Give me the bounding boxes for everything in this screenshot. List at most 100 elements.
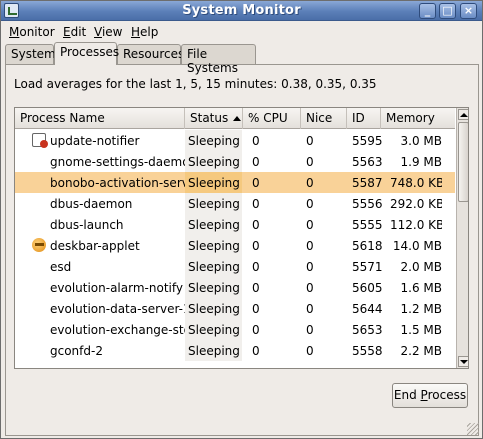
maximize-button[interactable]: □: [439, 3, 456, 19]
menu-edit-rest: dit: [70, 25, 87, 39]
nice-cell: 0: [306, 323, 314, 337]
cpu-cell: 0: [252, 281, 260, 295]
pid-cell: 5644: [352, 302, 383, 316]
memory-cell: 1.6 MB: [400, 281, 442, 295]
nice-cell: 0: [306, 218, 314, 232]
table-row[interactable]: deskbar-applet Sleeping 0 0 5618 14.0 MB: [15, 235, 455, 256]
memory-cell: 3.0 MB: [400, 134, 442, 148]
column-header-cpu[interactable]: % CPU: [243, 108, 301, 129]
cpu-cell: 0: [252, 218, 260, 232]
end-process-button[interactable]: End Process: [392, 383, 468, 408]
menu-monitor-rest: onitor: [19, 25, 55, 39]
status-cell: Sleeping: [185, 319, 242, 340]
process-name-cell: gconfd-2: [50, 344, 103, 358]
nice-cell: 0: [306, 344, 314, 358]
status-cell: Sleeping: [185, 340, 242, 361]
tab-processes[interactable]: Processes: [54, 42, 119, 65]
menu-edit-mnemonic: E: [63, 25, 71, 39]
cpu-cell: 0: [252, 323, 260, 337]
process-name-cell: evolution-exchange-storage: [50, 323, 185, 337]
table-row[interactable]: evolution-alarm-notify Sleeping 0 0 5605 1.6 …: [15, 277, 455, 298]
menu-help[interactable]: Help: [131, 25, 158, 39]
tab-file-systems[interactable]: File Systems: [181, 44, 256, 75]
process-list[interactable]: Process Name Status % CPU Nice ID Memory…: [14, 107, 469, 369]
table-row[interactable]: dbus-daemon Sleeping 0 0 5556 292.0 KB: [15, 193, 455, 214]
cpu-cell: 0: [252, 197, 260, 211]
resize-grip-icon[interactable]: [467, 423, 479, 435]
pid-cell: 5605: [352, 281, 383, 295]
status-cell: Sleeping: [185, 151, 242, 172]
process-name-cell: esd: [50, 260, 72, 274]
scrollbar-thumb[interactable]: [458, 122, 468, 202]
scroll-up-arrow-icon[interactable]: [458, 109, 468, 120]
menu-edit[interactable]: Edit: [63, 25, 86, 39]
load-averages-label: Load averages for the last 1, 5, 15 minu…: [14, 77, 377, 91]
memory-cell: 2.2 MB: [400, 344, 442, 358]
pid-cell: 5563: [352, 155, 383, 169]
table-row[interactable]: evolution-data-server-1.2Sleeping 0 0 5644 1…: [15, 298, 455, 319]
nice-cell: 0: [306, 134, 314, 148]
process-name-cell: deskbar-applet: [50, 239, 140, 253]
memory-cell: 1.2 MB: [400, 302, 442, 316]
pid-cell: 5555: [352, 218, 383, 232]
process-name-cell: update-notifier: [50, 134, 140, 148]
end-process-label-start: End: [393, 388, 421, 402]
table-row[interactable]: gnome-settings-daemon Sleeping 0 0 5563 1.9 M…: [15, 151, 455, 172]
cpu-cell: 0: [252, 344, 260, 358]
memory-cell: 14.0 MB: [392, 239, 442, 253]
column-header-nice[interactable]: Nice: [301, 108, 347, 129]
cpu-cell: 0: [252, 134, 260, 148]
table-row[interactable]: gconfd-2 Sleeping 0 0 5558 2.2 MB: [15, 340, 455, 361]
table-row[interactable]: update-notifier Sleeping 0 0 5595 3.0 MB: [15, 130, 455, 151]
update-notifier-icon: [32, 133, 48, 148]
process-list-header: Process Name Status % CPU Nice ID Memory: [15, 108, 455, 129]
memory-cell: 112.0 KB: [390, 218, 442, 232]
tab-system[interactable]: System: [5, 44, 56, 64]
column-header-id[interactable]: ID: [347, 108, 381, 129]
cpu-cell: 0: [252, 302, 260, 316]
table-row[interactable]: bonobo-activation-serverSleeping 0 0 5587 74…: [15, 172, 455, 193]
nice-cell: 0: [306, 281, 314, 295]
memory-cell: 1.5 MB: [400, 323, 442, 337]
table-row[interactable]: evolution-exchange-storageSleeping 0 0 5653…: [15, 319, 455, 340]
memory-cell: 292.0 KB: [390, 197, 442, 211]
memory-cell: 748.0 KB: [390, 176, 442, 190]
pid-cell: 5587: [352, 176, 383, 190]
table-row[interactable]: esd Sleeping 0 0 5571 2.0 MB: [15, 256, 455, 277]
close-button[interactable]: ×: [460, 3, 477, 19]
deskbar-icon: [32, 238, 46, 252]
nice-cell: 0: [306, 155, 314, 169]
vertical-scrollbar[interactable]: [456, 108, 468, 368]
status-cell: Sleeping: [185, 172, 242, 193]
status-cell: Sleeping: [185, 214, 242, 235]
minimize-button[interactable]: _: [419, 3, 436, 19]
column-header-status[interactable]: Status: [185, 108, 243, 129]
menu-view[interactable]: View: [94, 25, 122, 39]
column-header-process-name[interactable]: Process Name: [15, 108, 185, 129]
process-name-cell: gnome-settings-daemon: [50, 155, 185, 169]
title-bar[interactable]: System Monitor _ □ ×: [1, 1, 482, 21]
end-process-label-rest: rocess: [427, 388, 467, 402]
status-cell: Sleeping: [185, 130, 242, 151]
sort-ascending-icon: [233, 116, 242, 121]
status-cell: Sleeping: [185, 277, 242, 298]
table-row[interactable]: dbus-launch Sleeping 0 0 5555 112.0 KB: [15, 214, 455, 235]
pid-cell: 5618: [352, 239, 383, 253]
tab-resources[interactable]: Resources: [117, 44, 184, 64]
scroll-down-arrow-icon[interactable]: [458, 356, 468, 367]
process-name-cell: dbus-launch: [50, 218, 124, 232]
menu-bar: Monitor Edit View Help: [1, 22, 482, 42]
pid-cell: 5558: [352, 344, 383, 358]
menu-view-rest: iew: [101, 25, 123, 39]
process-name-cell: dbus-daemon: [50, 197, 133, 211]
nice-cell: 0: [306, 197, 314, 211]
cpu-cell: 0: [252, 239, 260, 253]
pid-cell: 5595: [352, 134, 383, 148]
status-cell: Sleeping: [185, 193, 242, 214]
process-name-cell: evolution-data-server-1.2: [50, 302, 185, 316]
menu-monitor[interactable]: Monitor: [9, 25, 55, 39]
column-header-memory[interactable]: Memory: [381, 108, 455, 129]
status-cell: Sleeping: [185, 235, 242, 256]
menu-help-rest: elp: [140, 25, 159, 39]
nice-cell: 0: [306, 260, 314, 274]
